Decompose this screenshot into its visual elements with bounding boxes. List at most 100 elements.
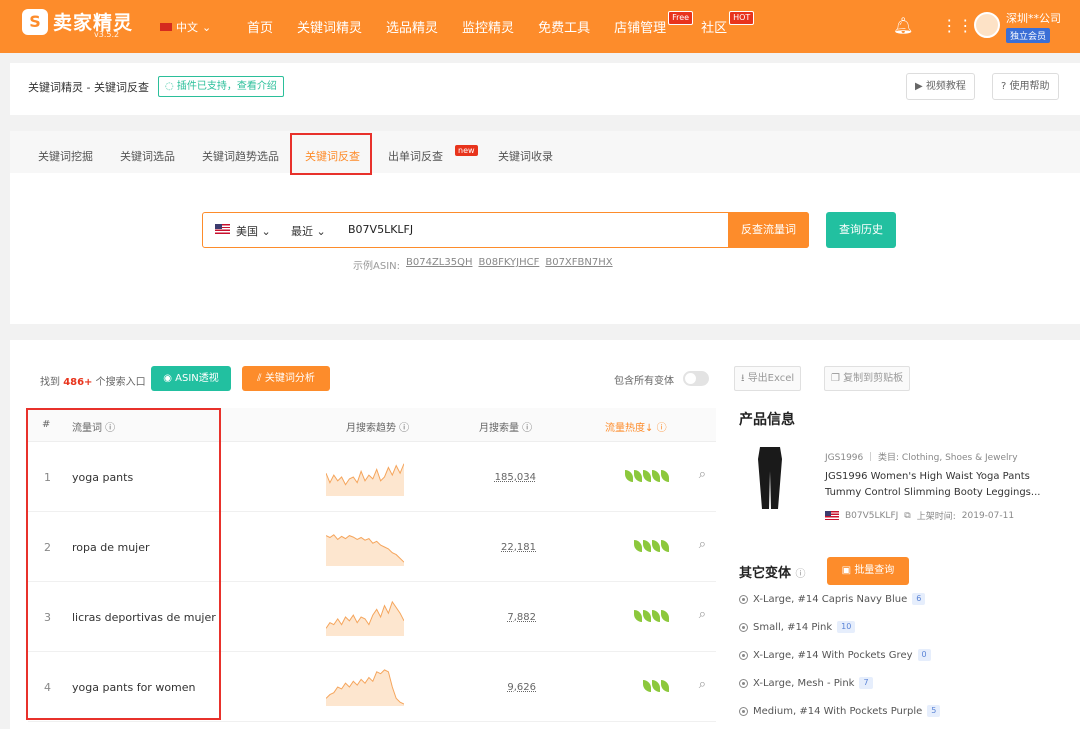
- company-name[interactable]: 深圳**公司: [1006, 10, 1061, 26]
- nav-item-keyword[interactable]: 关键词精灵: [297, 17, 362, 36]
- radio-icon: [739, 706, 748, 716]
- product-image[interactable]: [748, 445, 792, 511]
- product-asin-row: B07V5LKLFJ ⧉ 上架时间: 2019-07-11: [825, 509, 1014, 522]
- row-volume[interactable]: 185,034: [495, 472, 536, 483]
- export-excel-button[interactable]: ⭳ 导出Excel: [734, 366, 802, 391]
- new-badge: new: [455, 145, 478, 156]
- heat-rating: [625, 470, 669, 482]
- example-asin-link[interactable]: B074ZL35QH: [406, 257, 472, 272]
- row-volume[interactable]: 9,626: [507, 682, 536, 693]
- trend-sparkline[interactable]: [326, 666, 404, 706]
- trend-sparkline[interactable]: [326, 456, 404, 496]
- heat-leaf-icon: [643, 540, 651, 552]
- free-badge: Free: [668, 11, 694, 25]
- country-select[interactable]: 美国 ⌄: [236, 223, 271, 239]
- us-flag-icon: [825, 511, 839, 520]
- variant-item[interactable]: X-Large, #14 With Pockets Grey 0: [739, 649, 931, 661]
- variant-item[interactable]: Medium, #14 With Pockets Purple 5: [739, 705, 941, 717]
- trend-sparkline[interactable]: [326, 526, 404, 566]
- reverse-lookup-button[interactable]: 反查流量词: [728, 212, 809, 248]
- nav-item-monitor[interactable]: 监控精灵: [462, 17, 514, 36]
- apps-grid-icon[interactable]: ⋮⋮: [941, 16, 973, 35]
- variant-count: 7: [859, 677, 873, 689]
- keyword-analysis-button[interactable]: ⫽ 关键词分析: [242, 366, 330, 391]
- heat-leaf-icon: [661, 470, 669, 482]
- result-count: 找到 486+ 个搜索入口: [40, 377, 146, 388]
- radio-icon: [739, 650, 748, 660]
- heat-leaf-icon: [661, 680, 669, 692]
- search-icon[interactable]: ⌕: [699, 537, 706, 552]
- language-switch[interactable]: 中文 ⌄: [160, 19, 211, 35]
- search-icon[interactable]: ⌕: [699, 607, 706, 622]
- tab-keyword-mining[interactable]: 关键词挖掘: [38, 148, 93, 164]
- radio-icon: [739, 622, 748, 632]
- variant-count: 5: [927, 705, 941, 717]
- query-history-button[interactable]: 查询历史: [826, 212, 896, 248]
- listed-date: 2019-07-11: [961, 510, 1015, 521]
- variant-item[interactable]: X-Large, #14 Capris Navy Blue 6: [739, 593, 926, 605]
- nav-item-community[interactable]: 社区 HOT: [701, 11, 755, 36]
- range-select[interactable]: 最近 ⌄: [291, 223, 326, 239]
- col-heat[interactable]: 流量热度↓ ⓘ: [605, 419, 667, 434]
- top-navbar: S 卖家精灵 v3.5.2 中文 ⌄ 首页 关键词精灵 选品精灵 监控精灵 免费…: [0, 0, 1080, 53]
- nav-item-home[interactable]: 首页: [247, 17, 273, 36]
- chart-icon: ⫽: [257, 373, 262, 384]
- plugin-support-link[interactable]: ◌ 插件已支持，查看介绍: [158, 76, 284, 97]
- product-info-title: 产品信息: [739, 412, 795, 428]
- row-volume[interactable]: 7,882: [507, 612, 536, 623]
- col-trend: 月搜索趋势 ⓘ: [346, 423, 410, 434]
- logo-icon: S: [22, 8, 48, 35]
- tab-keyword-selection[interactable]: 关键词选品: [120, 148, 175, 164]
- include-variants-label: 包含所有变体: [614, 376, 674, 387]
- bell-icon[interactable]: 🔔︎: [893, 16, 913, 35]
- trend-sparkline[interactable]: [326, 596, 404, 636]
- variant-label: X-Large, #14 Capris Navy Blue: [753, 593, 908, 605]
- variant-count: 6: [912, 593, 926, 605]
- variant-label: Small, #14 Pink: [753, 621, 833, 633]
- include-variants-toggle[interactable]: [683, 371, 709, 386]
- variant-item[interactable]: Small, #14 Pink 10: [739, 621, 856, 633]
- asin-search-input[interactable]: [348, 223, 648, 236]
- example-asin-link[interactable]: B08FKYJHCF: [478, 257, 539, 272]
- tab-keyword-index[interactable]: 关键词收录: [498, 148, 553, 164]
- heat-leaf-icon: [652, 610, 660, 622]
- heat-leaf-icon: [652, 540, 660, 552]
- heat-rating: [643, 680, 669, 692]
- asin-insight-button[interactable]: ◉ ASIN透视: [151, 366, 231, 391]
- avatar[interactable]: [974, 12, 1000, 38]
- heat-leaf-icon: [634, 610, 642, 622]
- nav-item-product[interactable]: 选品精灵: [386, 17, 438, 36]
- copy-clipboard-button[interactable]: ❐ 复制到剪贴板: [824, 366, 911, 391]
- col-volume[interactable]: 月搜索量 ⓘ: [479, 419, 532, 434]
- tab-keyword-trend[interactable]: 关键词趋势选品: [202, 148, 279, 164]
- heat-rating: [634, 540, 669, 552]
- external-link-icon[interactable]: ⧉: [904, 511, 910, 521]
- batch-query-button[interactable]: ▣ 批量查询: [827, 557, 909, 585]
- video-tutorial-button[interactable]: ▶ 视频教程: [906, 73, 975, 100]
- main-nav: 首页 关键词精灵 选品精灵 监控精灵 免费工具 店铺管理 Free 社区 HOT: [247, 11, 755, 36]
- app-version: v3.5.2: [94, 30, 120, 39]
- heat-leaf-icon: [625, 470, 633, 482]
- heat-leaf-icon: [652, 470, 660, 482]
- nav-item-tools[interactable]: 免费工具: [538, 17, 590, 36]
- tab-order-keyword[interactable]: 出单词反查 new: [388, 145, 478, 164]
- example-asin-link[interactable]: B07XFBN7HX: [545, 257, 612, 272]
- product-name[interactable]: JGS1996 Women's High Waist Yoga Pants Tu…: [825, 469, 1060, 501]
- keyword-column-highlight: [26, 408, 221, 720]
- breadcrumb: 关键词精灵 - 关键词反查: [28, 81, 149, 94]
- example-label: 示例ASIN:: [353, 261, 400, 272]
- variant-item[interactable]: X-Large, Mesh - Pink 7: [739, 677, 873, 689]
- nav-item-store[interactable]: 店铺管理 Free: [614, 11, 694, 36]
- app-name: 卖家精灵: [53, 12, 134, 34]
- membership-badge: 独立会员: [1006, 28, 1051, 43]
- search-icon[interactable]: ⌕: [699, 467, 706, 482]
- row-volume[interactable]: 22,181: [501, 542, 536, 553]
- help-button[interactable]: ? 使用帮助: [992, 73, 1059, 100]
- radio-icon: [739, 594, 748, 604]
- product-meta: JGS1996 ｜ 类目: Clothing, Shoes & Jewelry: [825, 453, 1018, 463]
- language-label: 中文: [176, 21, 198, 34]
- heat-leaf-icon: [634, 470, 642, 482]
- product-asin[interactable]: B07V5LKLFJ: [845, 511, 898, 521]
- search-icon[interactable]: ⌕: [699, 677, 706, 692]
- variants-title: 其它变体 ⓘ: [739, 566, 806, 581]
